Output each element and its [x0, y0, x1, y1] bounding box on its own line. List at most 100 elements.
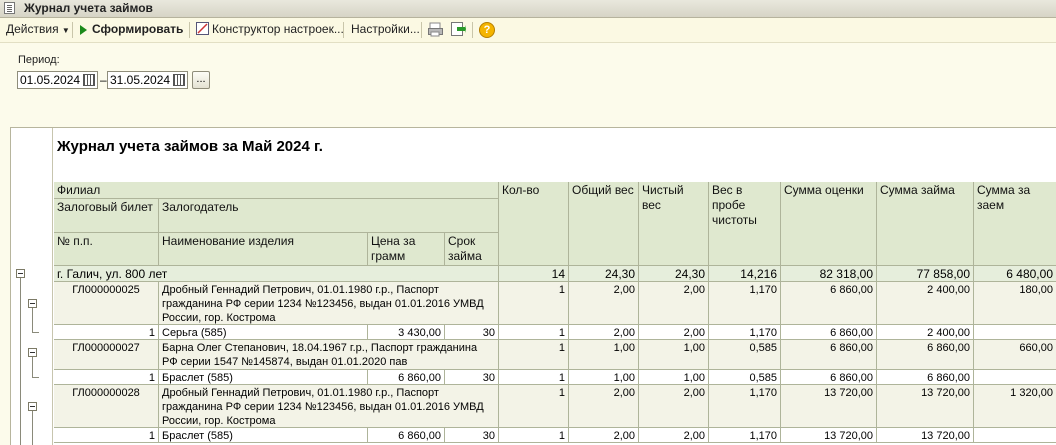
outline-line	[32, 411, 33, 445]
item-num: 1	[54, 370, 159, 385]
row-qty: 1	[499, 385, 569, 428]
print-icon[interactable]	[428, 22, 443, 37]
constructor-button[interactable]: Конструктор настроек...	[196, 22, 344, 36]
item-net: 1,00	[639, 370, 709, 385]
row-qty: 1	[499, 282, 569, 325]
row-fineness: 1,170	[709, 385, 781, 428]
row-gross: 2,00	[569, 282, 639, 325]
generate-button[interactable]: Сформировать	[80, 22, 183, 36]
item-price: 6 860,00	[368, 428, 445, 443]
row-qty: 1	[499, 340, 569, 370]
header-fee: Сумма за заем	[974, 182, 1056, 266]
header-term: Срок займа	[445, 233, 499, 266]
collapse-icon[interactable]	[16, 269, 25, 278]
date-from-field[interactable]: 01.05.2024	[17, 71, 98, 89]
header-pledger: Залогодатель	[159, 199, 499, 233]
item-appraisal: 6 860,00	[781, 325, 877, 340]
collapse-icon[interactable]	[28, 402, 37, 411]
ticket-number: ГЛ000000025	[54, 282, 159, 325]
item-term: 30	[445, 370, 499, 385]
outline-line	[32, 357, 33, 377]
date-from-value: 01.05.2024	[20, 73, 81, 87]
group-qty: 14	[499, 266, 569, 282]
window-icon	[4, 2, 15, 14]
ticket-number: ГЛ000000027	[54, 340, 159, 370]
group-fineness: 14,216	[709, 266, 781, 282]
item-fee	[974, 428, 1056, 443]
report-document[interactable]: Журнал учета займов за Май 2024 г. Филиа…	[10, 127, 1056, 445]
pledger-info: Дробный Геннадий Петрович, 01.01.1980 г.…	[159, 385, 499, 428]
row-fee: 660,00	[974, 340, 1056, 370]
group-loan: 77 858,00	[877, 266, 974, 282]
item-fee	[974, 370, 1056, 385]
header-ticket: Залоговый билет	[54, 199, 159, 233]
header-loan: Сумма займа	[877, 182, 974, 266]
header-appraisal: Сумма оценки	[781, 182, 877, 266]
item-qty: 1	[499, 325, 569, 340]
toolbar-separator	[421, 22, 422, 38]
report-title: Журнал учета займов за Май 2024 г.	[57, 138, 323, 155]
outline-column	[11, 128, 53, 445]
export-icon[interactable]	[451, 22, 466, 37]
item-fineness: 1,170	[709, 428, 781, 443]
help-icon[interactable]: ?	[479, 22, 495, 38]
header-qty: Кол-во	[499, 182, 569, 266]
row-net: 2,00	[639, 385, 709, 428]
row-fineness: 1,170	[709, 282, 781, 325]
row-net: 2,00	[639, 282, 709, 325]
item-price: 6 860,00	[368, 370, 445, 385]
row-appraisal: 6 860,00	[781, 340, 877, 370]
pledger-info: Дробный Геннадий Петрович, 01.01.1980 г.…	[159, 282, 499, 325]
collapse-icon[interactable]	[28, 348, 37, 357]
row-loan: 2 400,00	[877, 282, 974, 325]
actions-menu[interactable]: Действия ▼	[6, 22, 70, 36]
header-price: Цена за грамм	[368, 233, 445, 266]
calendar-icon[interactable]	[83, 74, 95, 86]
constructor-icon	[196, 22, 209, 35]
item-fineness: 0,585	[709, 370, 781, 385]
chevron-down-icon: ▼	[61, 26, 70, 35]
item-term: 30	[445, 325, 499, 340]
item-net: 2,00	[639, 325, 709, 340]
row-fineness: 0,585	[709, 340, 781, 370]
row-loan: 6 860,00	[877, 340, 974, 370]
item-gross: 2,00	[569, 428, 639, 443]
header-branch: Филиал	[54, 182, 499, 199]
header-fineness: Вес в пробе чистоты	[709, 182, 781, 266]
toolbar-separator	[343, 22, 344, 38]
calendar-icon[interactable]	[173, 74, 185, 86]
group-appraisal: 82 318,00	[781, 266, 877, 282]
row-appraisal: 13 720,00	[781, 385, 877, 428]
date-to-value: 31.05.2024	[110, 73, 171, 87]
group-gross: 24,30	[569, 266, 639, 282]
row-net: 1,00	[639, 340, 709, 370]
date-to-field[interactable]: 31.05.2024	[107, 71, 188, 89]
toolbar-separator	[189, 22, 190, 38]
item-gross: 2,00	[569, 325, 639, 340]
settings-button[interactable]: Настройки...	[351, 22, 420, 36]
window-title: Журнал учета займов	[24, 1, 153, 15]
item-qty: 1	[499, 428, 569, 443]
period-label: Период:	[18, 54, 60, 66]
item-net: 2,00	[639, 428, 709, 443]
collapse-icon[interactable]	[28, 299, 37, 308]
group-branch-name: г. Галич, ул. 800 лет	[54, 266, 499, 282]
item-term: 30	[445, 428, 499, 443]
outline-line	[32, 308, 33, 332]
pledger-info: Барна Олег Степанович, 18.04.1967 г.р., …	[159, 340, 499, 370]
ticket-number: ГЛ000000028	[54, 385, 159, 428]
outline-line	[32, 377, 39, 378]
row-loan: 13 720,00	[877, 385, 974, 428]
item-name: Серьга (585)	[159, 325, 368, 340]
item-appraisal: 13 720,00	[781, 428, 877, 443]
item-loan: 2 400,00	[877, 325, 974, 340]
outline-line	[32, 332, 39, 333]
item-name: Браслет (585)	[159, 428, 368, 443]
header-item: Наименование изделия	[159, 233, 368, 266]
toolbar-separator	[472, 22, 473, 38]
row-gross: 2,00	[569, 385, 639, 428]
item-name: Браслет (585)	[159, 370, 368, 385]
title-bar: Журнал учета займов	[0, 0, 1056, 18]
toolbar-separator	[72, 22, 73, 38]
period-select-button[interactable]: ...	[192, 71, 210, 89]
